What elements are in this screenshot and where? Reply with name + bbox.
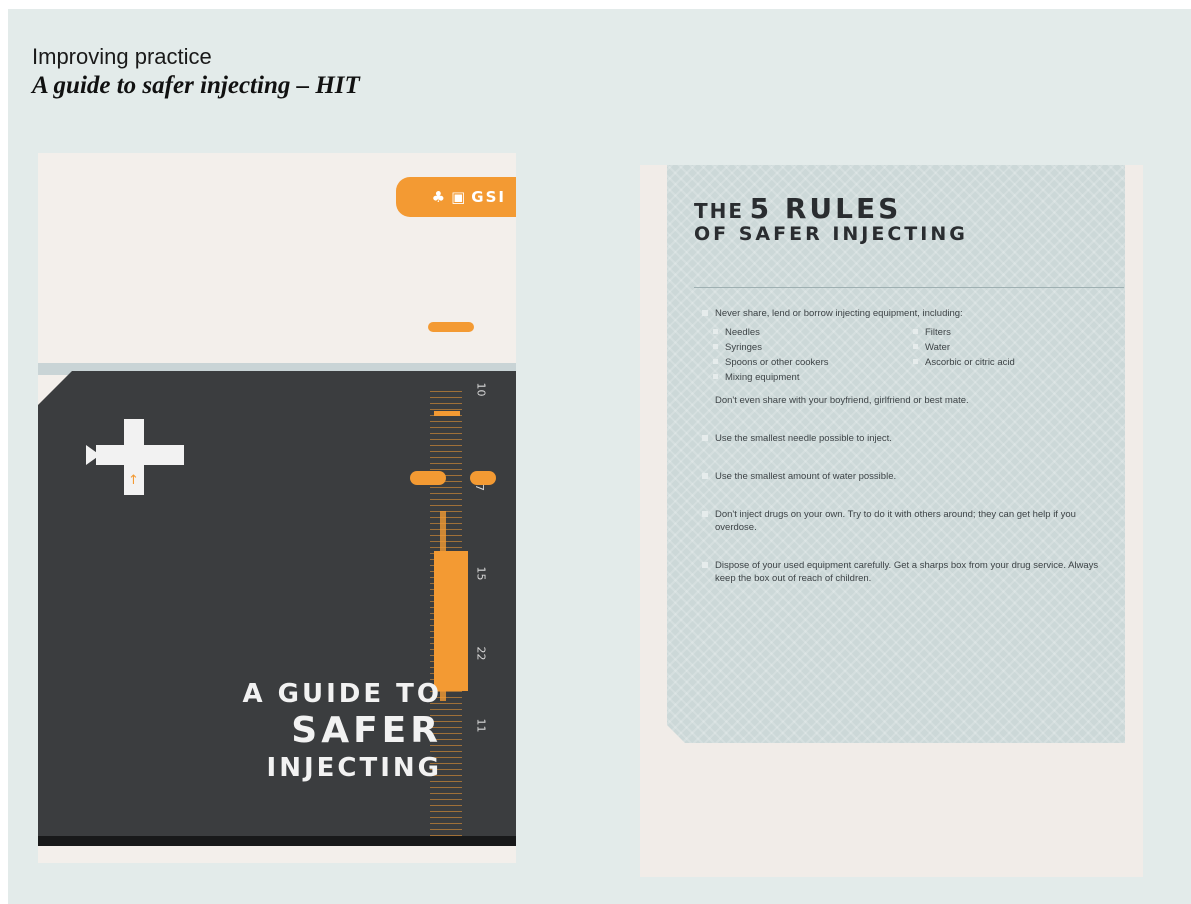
- equipment-item: Ascorbic or citric acid: [923, 356, 1113, 369]
- bullet-icon: [713, 329, 718, 334]
- equipment-label: Filters: [925, 327, 951, 338]
- equipment-item: Water: [923, 341, 1113, 354]
- cover-title-line2: SAFER: [291, 710, 442, 751]
- syringe-mark-right: [470, 471, 496, 485]
- cover-title-line1: A GUIDE TO: [242, 679, 442, 709]
- cover-dark-panel: ↑ 10 7 15 22 11 A GUIDE TO SAFER INJECTI…: [38, 371, 516, 836]
- bullet-icon: [713, 344, 718, 349]
- page-heading: Improving practice A guide to safer inje…: [32, 43, 360, 101]
- arrow-tip-icon: [86, 445, 100, 465]
- equipment-label: Water: [925, 342, 950, 353]
- rules-list: Never share, lend or borrow injecting eq…: [715, 307, 1115, 610]
- rule-text: Never share, lend or borrow injecting eq…: [715, 308, 963, 319]
- bullet-icon: [913, 359, 918, 364]
- rule-text: Use the smallest amount of water possibl…: [715, 471, 897, 482]
- syringe-plunger: [434, 411, 460, 416]
- scale-label: 7: [473, 484, 486, 491]
- rule-item: Dispose of your used equipment carefully…: [715, 559, 1115, 585]
- cover-title: A GUIDE TO SAFER INJECTING: [242, 677, 442, 785]
- bullet-icon: [713, 359, 718, 364]
- cover-bottom-bar: [38, 836, 516, 846]
- bullet-icon: [702, 562, 708, 568]
- equipment-label: Needles: [725, 327, 760, 338]
- plus-cross-horizontal: [96, 445, 184, 465]
- equipment-item: Needles: [723, 326, 913, 339]
- bullet-icon: [702, 310, 708, 316]
- scale-label: 15: [474, 566, 488, 581]
- cover-title-line3: INJECTING: [266, 753, 442, 783]
- rule-note: Don't even share with your boyfriend, gi…: [715, 395, 969, 406]
- rule-item: Use the smallest needle possible to inje…: [715, 432, 1115, 445]
- scale-label: 11: [474, 718, 488, 733]
- bullet-icon: [702, 473, 708, 479]
- bullet-icon: [713, 374, 718, 379]
- rule-item: Don't inject drugs on your own. Try to d…: [715, 508, 1115, 534]
- rules-card-image: THE 5 RULES OF SAFER INJECTING Never sha…: [640, 165, 1143, 877]
- equipment-list: Needles Filters Syringes Water Spoons or…: [723, 326, 1115, 384]
- rules-title-big: 5 RULES: [749, 192, 902, 225]
- cover-orange-mark: [428, 322, 474, 332]
- equipment-item: Syringes: [723, 341, 913, 354]
- rule-text: Don't inject drugs on your own. Try to d…: [715, 509, 1076, 533]
- bullet-icon: [702, 511, 708, 517]
- equipment-item: Spoons or other cookers: [723, 356, 913, 369]
- equipment-item: Filters: [923, 326, 1113, 339]
- bullet-icon: [913, 329, 918, 334]
- rule-item: Use the smallest amount of water possibl…: [715, 470, 1115, 483]
- rules-title-row2: OF SAFER INJECTING: [694, 223, 968, 245]
- rules-divider: [694, 287, 1124, 288]
- booklet-cover-image: ♣ ▣ GSI ↑ 10 7 15 22 11 A GUIDE TO SAFER…: [38, 153, 516, 863]
- gsi-box-icon: ▣: [451, 188, 466, 206]
- equipment-label: Mixing equipment: [725, 372, 800, 383]
- bullet-icon: [702, 435, 708, 441]
- heading-kicker: Improving practice: [32, 44, 212, 69]
- equipment-label: Ascorbic or citric acid: [925, 357, 1015, 368]
- syringe-fill: [434, 551, 468, 691]
- syringe-mark-left: [410, 471, 446, 485]
- heading-subtitle: A guide to safer injecting – HIT: [32, 72, 360, 99]
- rule-item: Never share, lend or borrow injecting eq…: [715, 307, 1115, 407]
- rules-panel: THE 5 RULES OF SAFER INJECTING Never sha…: [667, 165, 1125, 743]
- rule-text: Dispose of your used equipment carefully…: [715, 560, 1099, 584]
- gsi-tab-text: GSI: [471, 188, 506, 206]
- equipment-item: Mixing equipment: [723, 371, 913, 384]
- rules-title-the: THE: [694, 199, 745, 223]
- rule-text: Use the smallest needle possible to inje…: [715, 433, 892, 444]
- gsi-logo-icon: ♣: [431, 188, 446, 206]
- bullet-icon: [913, 344, 918, 349]
- equipment-label: Syringes: [725, 342, 762, 353]
- scale-label: 10: [474, 382, 488, 397]
- equipment-label: Spoons or other cookers: [725, 357, 829, 368]
- gsi-tab: ♣ ▣ GSI: [396, 177, 516, 217]
- rules-title: THE 5 RULES OF SAFER INJECTING: [694, 192, 968, 245]
- scale-label: 22: [474, 646, 488, 661]
- up-arrow-icon: ↑: [128, 473, 139, 488]
